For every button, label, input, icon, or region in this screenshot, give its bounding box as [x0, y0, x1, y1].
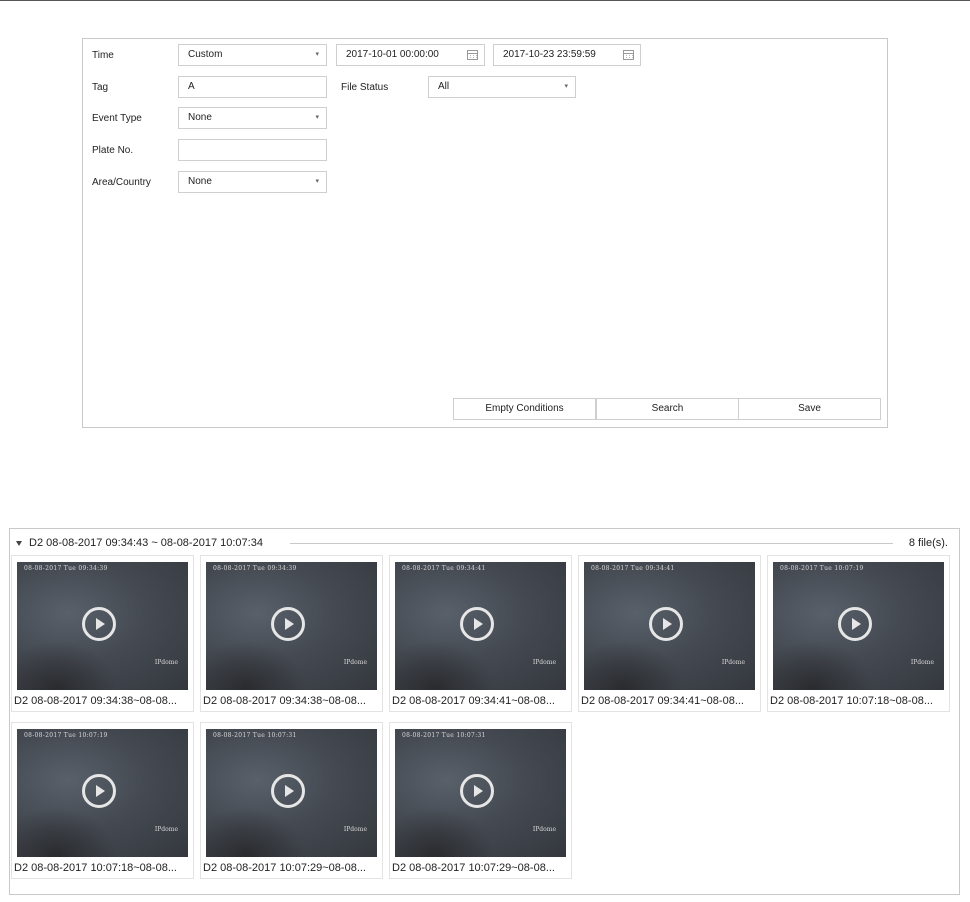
empty-conditions-button[interactable]: Empty Conditions — [453, 398, 596, 420]
chevron-down-icon: ▾ — [315, 114, 319, 121]
osd-timestamp: 08-08-2017 Tue 10:07:31 — [213, 732, 297, 739]
event-type-label: Event Type — [92, 113, 142, 124]
osd-camera-name: IPdome — [532, 826, 556, 833]
video-card[interactable]: 08-08-2017 Tue 10:07:19 IPdome D2 08-08-… — [11, 722, 194, 879]
search-button[interactable]: Search — [596, 398, 739, 420]
collapse-triangle-icon[interactable] — [16, 540, 22, 546]
osd-camera-name: IPdome — [721, 659, 745, 666]
video-card[interactable]: 08-08-2017 Tue 10:07:19 IPdome D2 08-08-… — [767, 555, 950, 712]
osd-timestamp: 08-08-2017 Tue 09:34:39 — [213, 565, 297, 572]
video-thumbnail[interactable]: 08-08-2017 Tue 09:34:39 IPdome — [17, 562, 188, 690]
search-conditions-panel: Time Custom ▾ 2017-10-01 00:00:00 2017-1… — [82, 38, 888, 428]
osd-camera-name: IPdome — [532, 659, 556, 666]
time-mode-value: Custom — [188, 49, 223, 60]
video-card[interactable]: 08-08-2017 Tue 09:34:41 IPdome D2 08-08-… — [578, 555, 761, 712]
time-label: Time — [92, 50, 114, 61]
start-time-value: 2017-10-01 00:00:00 — [346, 49, 439, 60]
tag-input[interactable]: A — [178, 76, 327, 98]
tag-label: Tag — [92, 82, 109, 93]
calendar-icon[interactable] — [467, 50, 478, 60]
video-thumbnail[interactable]: 08-08-2017 Tue 10:07:19 IPdome — [773, 562, 944, 690]
file-count: 8 file(s). — [908, 537, 948, 549]
play-icon[interactable] — [82, 774, 116, 808]
osd-camera-name: IPdome — [154, 659, 178, 666]
video-caption: D2 08-08-2017 10:07:29~08-08... — [203, 862, 366, 874]
video-thumbnail[interactable]: 08-08-2017 Tue 10:07:31 IPdome — [206, 729, 377, 857]
video-thumbnail[interactable]: 08-08-2017 Tue 09:34:41 IPdome — [584, 562, 755, 690]
play-icon[interactable] — [460, 607, 494, 641]
file-status-label: File Status — [341, 82, 389, 93]
video-card[interactable]: 08-08-2017 Tue 10:07:31 IPdome D2 08-08-… — [200, 722, 383, 879]
osd-timestamp: 08-08-2017 Tue 09:34:41 — [402, 565, 486, 572]
start-time-field[interactable]: 2017-10-01 00:00:00 — [336, 44, 485, 66]
chevron-down-icon: ▾ — [564, 83, 568, 90]
video-caption: D2 08-08-2017 09:34:41~08-08... — [392, 695, 555, 707]
video-card[interactable]: 08-08-2017 Tue 10:07:31 IPdome D2 08-08-… — [389, 722, 572, 879]
osd-camera-name: IPdome — [154, 826, 178, 833]
file-status-select[interactable]: All ▾ — [428, 76, 576, 98]
video-caption: D2 08-08-2017 10:07:18~08-08... — [14, 862, 177, 874]
video-thumbnail[interactable]: 08-08-2017 Tue 09:34:39 IPdome — [206, 562, 377, 690]
video-card[interactable]: 08-08-2017 Tue 09:34:41 IPdome D2 08-08-… — [389, 555, 572, 712]
video-caption: D2 08-08-2017 09:34:41~08-08... — [581, 695, 744, 707]
play-icon[interactable] — [649, 607, 683, 641]
plate-no-label: Plate No. — [92, 145, 134, 156]
group-divider — [290, 543, 893, 544]
plate-no-input[interactable] — [178, 139, 327, 161]
event-type-select[interactable]: None ▾ — [178, 107, 327, 129]
area-country-label: Area/Country — [92, 177, 151, 188]
time-mode-select[interactable]: Custom ▾ — [178, 44, 327, 66]
video-caption: D2 08-08-2017 10:07:18~08-08... — [770, 695, 933, 707]
chevron-down-icon: ▾ — [315, 178, 319, 185]
file-status-value: All — [438, 81, 450, 92]
video-thumbnail[interactable]: 08-08-2017 Tue 10:07:31 IPdome — [395, 729, 566, 857]
tag-value: A — [188, 81, 195, 92]
osd-camera-name: IPdome — [343, 826, 367, 833]
osd-camera-name: IPdome — [343, 659, 367, 666]
video-thumbnail[interactable]: 08-08-2017 Tue 09:34:41 IPdome — [395, 562, 566, 690]
osd-timestamp: 08-08-2017 Tue 10:07:31 — [402, 732, 486, 739]
end-time-value: 2017-10-23 23:59:59 — [503, 49, 596, 60]
video-caption: D2 08-08-2017 10:07:29~08-08... — [392, 862, 555, 874]
play-icon[interactable] — [271, 774, 305, 808]
event-type-value: None — [188, 112, 212, 123]
video-card[interactable]: 08-08-2017 Tue 09:34:39 IPdome D2 08-08-… — [11, 555, 194, 712]
play-icon[interactable] — [82, 607, 116, 641]
search-results-panel: D2 08-08-2017 09:34:43 ~ 08-08-2017 10:0… — [9, 528, 960, 895]
play-icon[interactable] — [271, 607, 305, 641]
osd-timestamp: 08-08-2017 Tue 10:07:19 — [780, 565, 864, 572]
area-country-value: None — [188, 176, 212, 187]
osd-timestamp: 08-08-2017 Tue 10:07:19 — [24, 732, 108, 739]
play-icon[interactable] — [838, 607, 872, 641]
osd-timestamp: 08-08-2017 Tue 09:34:41 — [591, 565, 675, 572]
video-thumbnail[interactable]: 08-08-2017 Tue 10:07:19 IPdome — [17, 729, 188, 857]
video-card[interactable]: 08-08-2017 Tue 09:34:39 IPdome D2 08-08-… — [200, 555, 383, 712]
end-time-field[interactable]: 2017-10-23 23:59:59 — [493, 44, 641, 66]
calendar-icon[interactable] — [623, 50, 634, 60]
osd-camera-name: IPdome — [910, 659, 934, 666]
video-caption: D2 08-08-2017 09:34:38~08-08... — [203, 695, 366, 707]
result-group-title: D2 08-08-2017 09:34:43 ~ 08-08-2017 10:0… — [29, 537, 263, 549]
chevron-down-icon: ▾ — [315, 51, 319, 58]
result-group-header[interactable]: D2 08-08-2017 09:34:43 ~ 08-08-2017 10:0… — [16, 537, 263, 549]
save-button[interactable]: Save — [738, 398, 881, 420]
play-icon[interactable] — [460, 774, 494, 808]
top-divider — [0, 0, 970, 1]
osd-timestamp: 08-08-2017 Tue 09:34:39 — [24, 565, 108, 572]
area-country-select[interactable]: None ▾ — [178, 171, 327, 193]
video-caption: D2 08-08-2017 09:34:38~08-08... — [14, 695, 177, 707]
